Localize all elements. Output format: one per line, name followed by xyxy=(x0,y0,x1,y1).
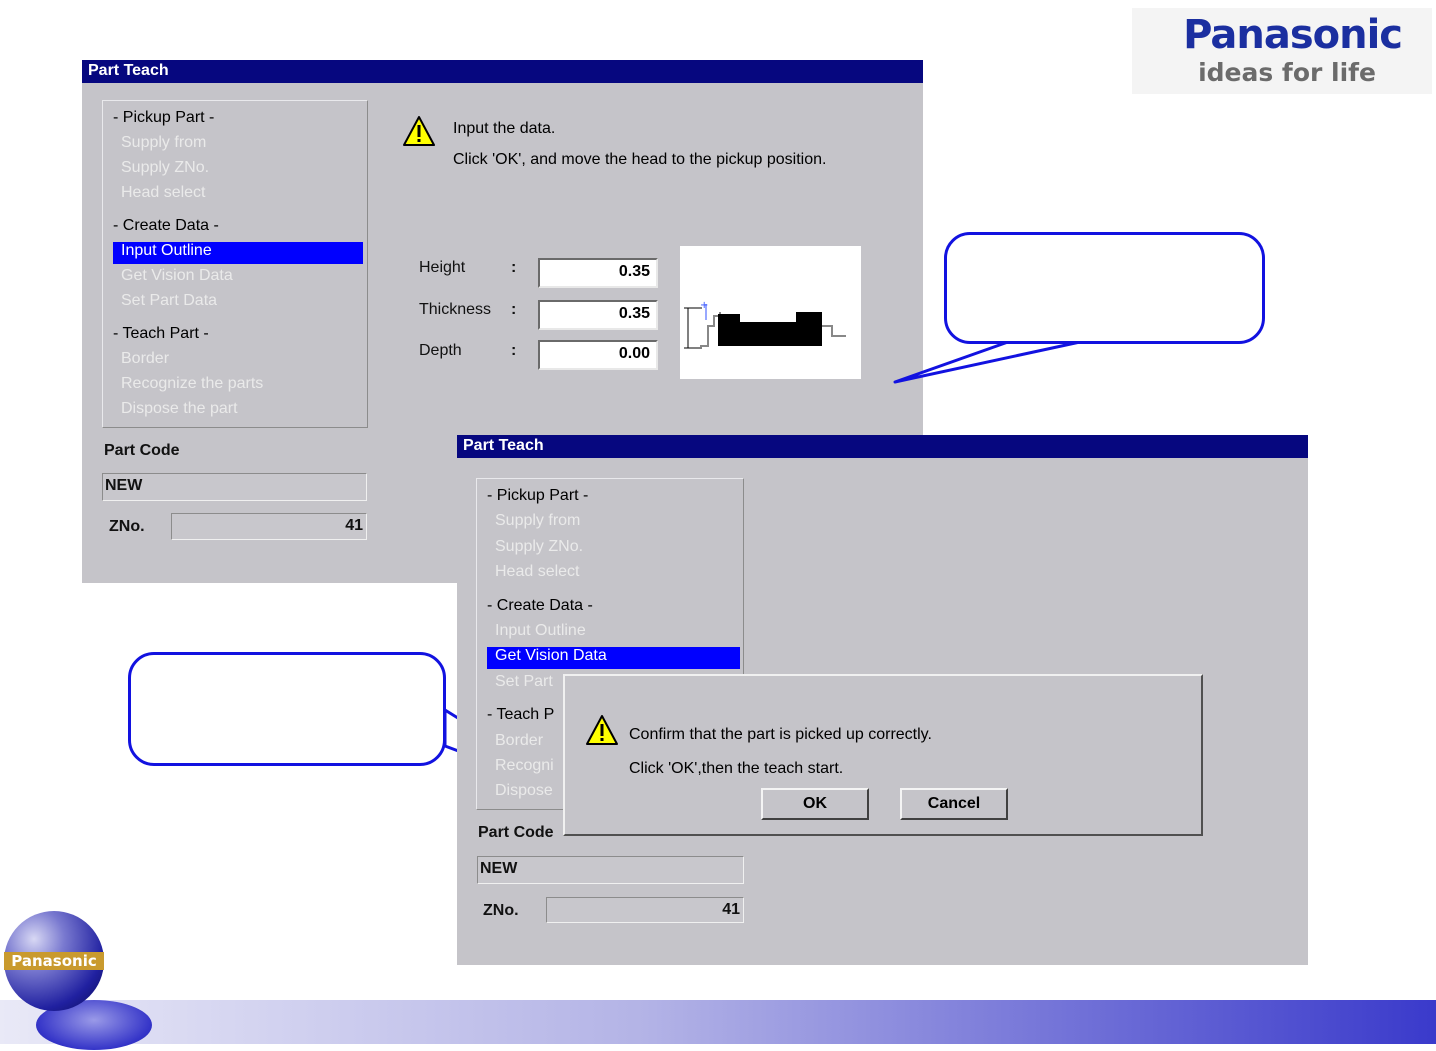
footer-gradient-band xyxy=(0,1000,1436,1044)
step-item[interactable]: Get Vision Data xyxy=(487,647,740,669)
part-code-label: Part Code xyxy=(478,824,554,841)
callout-box-top xyxy=(944,232,1265,344)
step-item: - Create Data - xyxy=(487,597,593,614)
callout-box-left xyxy=(128,652,446,766)
confirm-message-line-1: Confirm that the part is picked up corre… xyxy=(629,726,932,743)
zno-field[interactable]: 41 xyxy=(546,897,744,923)
step-item[interactable]: Supply from xyxy=(495,512,580,530)
step-item: - Teach P xyxy=(487,706,555,723)
cancel-button[interactable]: Cancel xyxy=(900,788,1008,820)
warning-icon xyxy=(586,715,618,745)
step-item[interactable]: Set Part xyxy=(495,673,553,691)
step-item[interactable]: Dispose xyxy=(495,782,553,800)
step-item[interactable]: Head select xyxy=(495,563,580,581)
step-item[interactable]: Border xyxy=(495,732,543,750)
step-item[interactable]: Supply ZNo. xyxy=(495,538,583,556)
step-item[interactable]: Recogni xyxy=(495,757,554,775)
zno-label: ZNo. xyxy=(483,902,519,919)
confirm-message-line-2: Click 'OK',then the teach start. xyxy=(629,760,844,777)
step-item[interactable]: Input Outline xyxy=(495,622,586,640)
confirm-dialog: Confirm that the part is picked up corre… xyxy=(563,674,1203,836)
window-title: Part Teach xyxy=(457,435,1308,458)
ok-button[interactable]: OK xyxy=(761,788,869,820)
step-item: - Pickup Part - xyxy=(487,487,589,504)
part-code-field[interactable]: NEW xyxy=(477,856,744,884)
globe-logo-text: Panasonic xyxy=(4,952,104,970)
